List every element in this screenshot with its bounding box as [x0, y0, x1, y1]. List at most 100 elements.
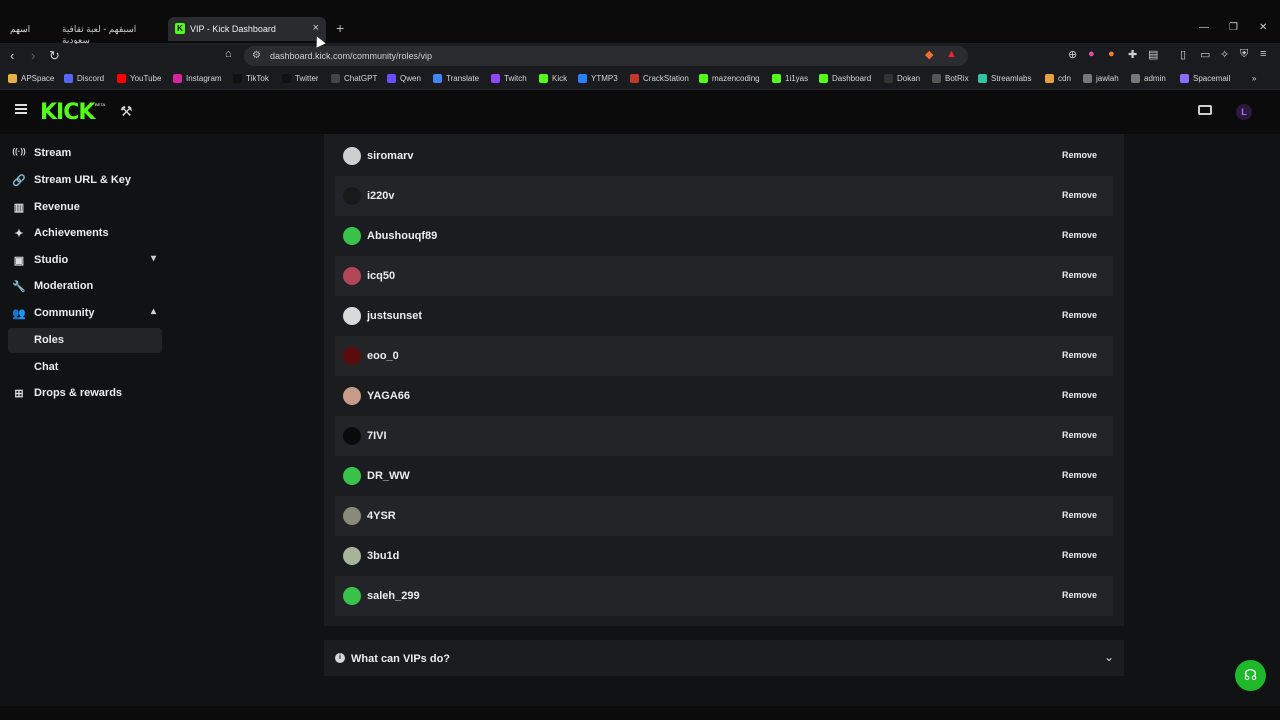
avatar: [343, 427, 361, 445]
vpn-icon[interactable]: ⛨: [1240, 48, 1248, 61]
sidebar-item-moderation[interactable]: 🔧 Moderation: [8, 274, 162, 299]
bookmark-admin[interactable]: admin: [1131, 74, 1166, 83]
sidebar-item-community[interactable]: 👥 Community ▴: [8, 301, 162, 326]
sidebar-item-stream[interactable]: ((·)) Stream: [8, 141, 162, 166]
beta-badge: BETA: [95, 102, 106, 107]
puzzle-icon[interactable]: ✚: [1128, 48, 1137, 61]
display-icon[interactable]: [1198, 105, 1212, 115]
extension-icon[interactable]: ●: [1088, 48, 1095, 60]
bookmark-translate[interactable]: Translate: [433, 74, 479, 83]
bookmark-discord[interactable]: Discord: [64, 74, 104, 83]
wallet-icon[interactable]: ▭: [1200, 48, 1210, 61]
bookmark-spacemail[interactable]: Spacemail: [1180, 74, 1230, 83]
brave-shield-icon[interactable]: ◆: [925, 48, 933, 61]
close-window-icon[interactable]: ✕: [1259, 22, 1267, 33]
leo-icon[interactable]: ✧: [1220, 48, 1229, 61]
bookmark-streamlabs[interactable]: Streamlabs: [978, 74, 1031, 83]
bookmark-twitter[interactable]: Twitter: [282, 74, 319, 83]
bottom-bar: [0, 706, 1280, 720]
hammer-icon[interactable]: ⚒: [120, 103, 133, 120]
bookmark-favicon-icon: [1180, 74, 1189, 83]
back-icon[interactable]: ‹: [10, 48, 14, 63]
bookmark-icon[interactable]: ⌂: [225, 48, 232, 60]
list-item: 4YSR Remove: [335, 496, 1113, 536]
browser-tab-asbqhum[interactable]: اسهم اسبقهم - لعبة ثقافية سعودية: [0, 17, 165, 45]
bookmark-favicon-icon: [578, 74, 587, 83]
list-item: eoo_0 Remove: [335, 336, 1113, 376]
remove-button[interactable]: Remove: [1054, 468, 1105, 484]
kick-logo[interactable]: KICK: [40, 100, 95, 125]
sidebar-item-revenue[interactable]: ▥ Revenue: [8, 195, 162, 220]
bookmark-qwen[interactable]: Qwen: [387, 74, 421, 83]
hamburger-menu-icon[interactable]: [15, 104, 27, 114]
bookmark-chatgpt[interactable]: ChatGPT: [331, 74, 377, 83]
sidebar-item-studio[interactable]: ▣ Studio ▾: [8, 248, 162, 273]
username: DR_WW: [367, 470, 410, 482]
remove-button[interactable]: Remove: [1054, 148, 1105, 164]
bookmark-1i1yas[interactable]: 1i1yas: [772, 74, 808, 83]
bookmark-twitch[interactable]: Twitch: [491, 74, 527, 83]
bookmark-kick[interactable]: Kick: [539, 74, 567, 83]
restore-icon[interactable]: ❐: [1229, 22, 1238, 33]
browser-tab-vip[interactable]: K VIP - Kick Dashboard ×: [168, 17, 326, 41]
bookmark-favicon-icon: [387, 74, 396, 83]
remove-button[interactable]: Remove: [1054, 308, 1105, 324]
bookmark-youtube[interactable]: YouTube: [117, 74, 161, 83]
bookmark-favicon-icon: [433, 74, 442, 83]
remove-button[interactable]: Remove: [1054, 388, 1105, 404]
menu-icon[interactable]: ≡: [1260, 48, 1266, 60]
sidebar-toggle-icon[interactable]: ▯: [1180, 48, 1186, 61]
sidebar-item-drops-rewards[interactable]: ⊞ Drops & rewards: [8, 381, 162, 406]
sidebar-item-label: Moderation: [34, 280, 94, 292]
extension-icon[interactable]: ⊕: [1068, 48, 1077, 61]
extension-icon[interactable]: ●: [1108, 48, 1115, 60]
bookmark-label: YouTube: [130, 74, 162, 83]
sidebar-item-label: Achievements: [34, 227, 109, 239]
site-settings-icon[interactable]: ⚙: [252, 50, 261, 61]
forward-icon[interactable]: ›: [31, 48, 35, 63]
new-tab-button[interactable]: +: [336, 20, 344, 36]
chevron-down-icon[interactable]: ▾: [151, 253, 156, 264]
bookmark-tiktok[interactable]: TikTok: [233, 74, 269, 83]
bookmark-ytmp3[interactable]: YTMP3: [578, 74, 618, 83]
bookmark-favicon-icon: [884, 74, 893, 83]
extension-icon[interactable]: ▤: [1148, 48, 1158, 61]
bookmark-botrix[interactable]: BotRix: [932, 74, 969, 83]
vip-faq-accordion[interactable]: i What can VIPs do? ⌄: [324, 640, 1124, 676]
remove-button[interactable]: Remove: [1054, 428, 1105, 444]
bookmark-mazencoding[interactable]: mazencoding: [699, 74, 760, 83]
remove-button[interactable]: Remove: [1054, 268, 1105, 284]
sidebar-item-stream-url-key[interactable]: 🔗 Stream URL & Key: [8, 168, 162, 193]
bookmark-favicon-icon: [491, 74, 500, 83]
close-tab-icon[interactable]: ×: [313, 22, 319, 34]
bookmark-instagram[interactable]: Instagram: [173, 74, 222, 83]
remove-button[interactable]: Remove: [1054, 508, 1105, 524]
remove-button[interactable]: Remove: [1054, 228, 1105, 244]
bookmark-jawlah[interactable]: jawlah: [1083, 74, 1119, 83]
sidebar-subitem-roles[interactable]: Roles: [8, 328, 162, 353]
avatar[interactable]: L: [1236, 104, 1252, 120]
sidebar-item-achievements[interactable]: ✦ Achievements: [8, 221, 162, 246]
bookmark-cdn[interactable]: cdn: [1045, 74, 1071, 83]
bookmark-crackstation[interactable]: CrackStation: [630, 74, 689, 83]
remove-button[interactable]: Remove: [1054, 188, 1105, 204]
remove-button[interactable]: Remove: [1054, 548, 1105, 564]
bookmark-dashboard[interactable]: Dashboard: [819, 74, 871, 83]
remove-button[interactable]: Remove: [1054, 588, 1105, 604]
chevron-up-icon[interactable]: ▴: [151, 306, 156, 317]
sidebar-item-label: Chat: [34, 361, 59, 373]
minimize-icon[interactable]: —: [1199, 22, 1209, 33]
bookmark-dokan[interactable]: Dokan: [884, 74, 920, 83]
support-chat-button[interactable]: ☊: [1235, 660, 1266, 691]
url-input[interactable]: ⚙ dashboard.kick.com/community/roles/vip: [244, 46, 968, 66]
sidebar-subitem-chat[interactable]: Chat: [8, 355, 162, 380]
bookmark-apspace[interactable]: APSpace: [8, 74, 54, 83]
more-bookmarks-icon[interactable]: »: [1252, 74, 1256, 83]
wrench-icon: 🔧: [12, 281, 26, 293]
reload-icon[interactable]: ↻: [49, 48, 60, 64]
address-bar-row: ‹ › ↻ ⌂ ⚙ dashboard.kick.com/community/r…: [0, 44, 1280, 68]
remove-button[interactable]: Remove: [1054, 348, 1105, 364]
bookmark-favicon-icon: [1083, 74, 1092, 83]
sidebar-item-label: Studio: [34, 254, 69, 266]
brave-rewards-icon[interactable]: ▲: [946, 48, 957, 60]
